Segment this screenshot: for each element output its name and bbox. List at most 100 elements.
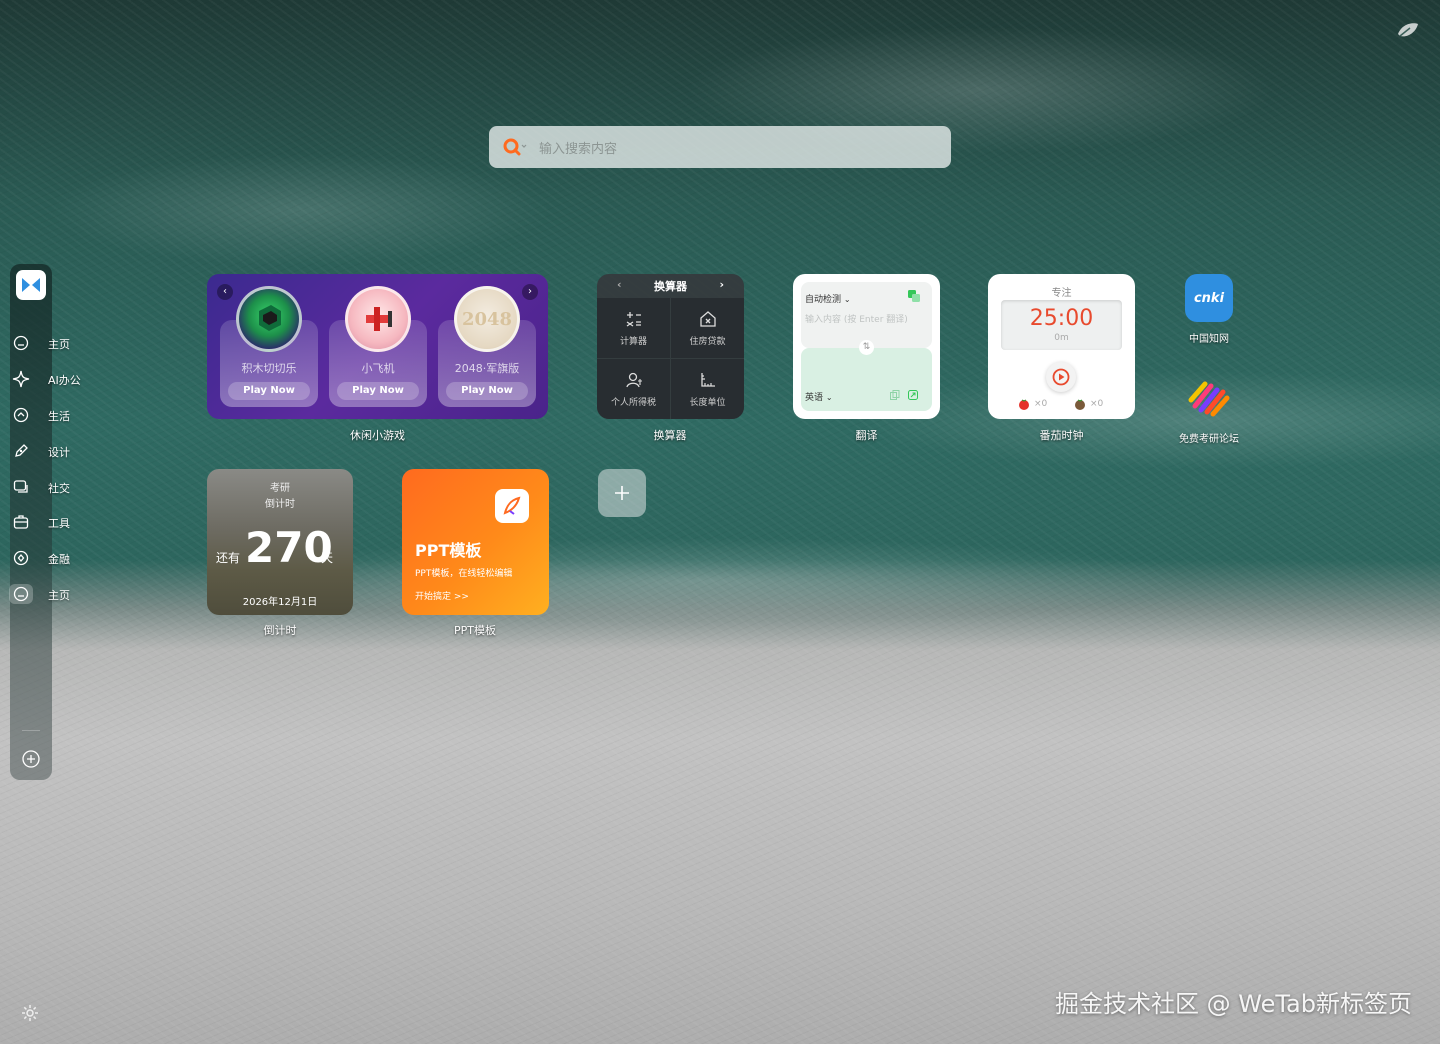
pomodoro-elapsed: 0m [1054,333,1069,343]
converter-income-tax[interactable]: 个人所得税 [597,359,670,419]
sidebar-item-label: 金融 [48,553,70,566]
home-icon [9,584,33,604]
countdown-label: 倒计时 [263,624,297,637]
search-engine-icon[interactable] [503,137,529,157]
mortgage-icon [699,310,716,327]
converter-header: ‹ 换算器 › [597,274,744,298]
next-icon[interactable]: › [719,278,724,291]
converter-title: 换算器 [654,280,687,293]
pomodoro-display: 25:00 0m [1001,300,1122,350]
house-icon [11,405,31,425]
play-button[interactable] [1046,362,1076,392]
prev-icon[interactable]: ‹ [217,284,233,300]
play-now-button[interactable]: Play Now [228,382,310,400]
sidebar-item-tools[interactable]: 工具 [0,510,110,534]
wetab-logo[interactable] [16,270,46,300]
converter-item-label: 长度单位 [689,397,726,408]
add-widget-button[interactable] [598,469,646,517]
play-icon [1052,368,1070,386]
countdown-widget[interactable]: 考研 倒计时 还有 270 天 2026年12月1日 [207,469,353,615]
game-card[interactable]: 2048 2048·军旗版 Play Now [438,286,536,407]
add-category-icon[interactable] [21,749,41,769]
play-now-button[interactable]: Play Now [446,382,528,400]
person-icon [625,372,642,387]
pomodoro-time: 25:00 [1029,306,1094,331]
rest-count: ×0 [1074,398,1103,410]
play-now-button[interactable]: Play Now [337,382,419,400]
converter-item-label: 计算器 [619,336,647,347]
translate-input[interactable]: 输入内容 (按 Enter 翻译) [805,312,908,325]
game-thumb-text: 2048 [461,308,513,330]
chevron-down-icon: ⌄ [825,393,833,402]
game-card[interactable]: 积木切切乐 Play Now [220,286,318,407]
sidebar-item-finance[interactable]: 金融 [0,546,110,570]
sidebar-item-design[interactable]: 设计 [0,439,110,463]
app-name: 免费考研论坛 [1179,434,1239,445]
sidebar-item-home-2[interactable]: 主页 [0,582,110,606]
translate-label: 翻译 [855,429,878,442]
leaf-icon[interactable] [1396,20,1420,40]
ppt-logo-icon [495,489,529,523]
game-card[interactable]: 小飞机 Play Now [329,286,427,407]
search-bar[interactable]: 输入搜索内容 [489,126,951,168]
tomato-count: ×0 [1018,398,1047,410]
stripes-icon [1185,374,1233,422]
ppt-cta-link[interactable]: 开始搞定 >> [415,589,469,602]
game-thumbnail: 2048 [454,286,520,352]
app-cnki[interactable]: cnki 中国知网 [1177,274,1241,345]
brown-tomato-icon [1075,399,1085,410]
sidebar-item-life[interactable]: 生活 [0,403,110,427]
chat-icon [11,477,31,497]
pomodoro-widget[interactable]: 专注 25:00 0m ×0 ×0 [988,274,1135,419]
next-icon[interactable]: › [522,284,538,300]
toolbox-icon [11,512,31,532]
countdown-subtitle: 倒计时 [265,499,295,510]
game-name: 积木切切乐 [241,362,297,375]
converter-mortgage[interactable]: 住房贷款 [671,298,744,358]
converter-widget[interactable]: ‹ 换算器 › 计算器 住房贷款 个人所得税 长度单位 [597,274,744,419]
sidebar-item-label: 主页 [48,589,70,602]
sidebar-item-label: 设计 [48,446,70,459]
sidebar-item-label: AI办公 [48,374,81,387]
pomodoro-mode: 专注 [1051,288,1072,299]
tomato-count-value: ×0 [1034,399,1048,409]
app-name: 中国知网 [1189,334,1229,345]
app-kaoyan-forum[interactable]: 免费考研论坛 [1177,374,1241,445]
prev-icon[interactable]: ‹ [617,278,622,291]
source-language-select[interactable]: 自动检测 ⌄ [805,292,851,305]
games-label: 休闲小游戏 [350,429,405,442]
tomato-icon [1019,399,1029,410]
converter-item-label: 住房贷款 [689,336,726,347]
sidebar-item-label: 社交 [48,482,70,495]
sidebar-item-label: 工具 [48,517,70,530]
games-widget[interactable]: ‹ › 积木切切乐 Play Now 小飞机 Play Now 2048 204… [207,274,548,419]
sidebar-item-ai-office[interactable]: AI办公 [0,367,110,391]
ppt-widget[interactable]: PPT模板 PPT模板，在线轻松编辑 开始搞定 >> [402,469,549,615]
converter-length[interactable]: 长度单位 [671,359,744,419]
converter-calculator[interactable]: 计算器 [597,298,670,358]
plus-icon [615,486,629,500]
target-language-select[interactable]: 英语 ⌄ [805,390,833,403]
swap-languages-icon[interactable]: ⇅ [859,340,874,355]
sidebar-item-home[interactable]: 主页 [0,331,110,355]
ppt-title: PPT模板 [415,541,482,560]
copy-icon[interactable] [890,390,900,400]
ppt-desc: PPT模板，在线轻松编辑 [415,569,513,579]
cnki-icon-text: cnki [1193,290,1225,306]
pen-icon [11,441,31,461]
gear-icon[interactable] [20,1003,40,1023]
calculator-icon [626,311,641,327]
game-thumbnail [345,286,411,352]
open-external-icon[interactable] [908,390,918,400]
ruler-icon [700,372,715,387]
game-name: 2048·军旗版 [454,362,520,375]
translate-widget[interactable]: 自动检测 ⌄ 输入内容 (按 Enter 翻译) ⇅ 英语 ⌄ [793,274,940,419]
sidebar-item-social[interactable]: 社交 [0,475,110,499]
countdown-event: 考研 [270,483,290,494]
watermark: 掘金技术社区 @ WeTab新标签页 [1055,990,1412,1018]
translate-logo-icon [908,290,920,302]
chevron-down-icon: ⌄ [843,295,851,304]
rest-count-value: ×0 [1090,399,1104,409]
pomodoro-label: 番茄时钟 [1039,429,1084,442]
search-input[interactable]: 输入搜索内容 [539,138,617,157]
